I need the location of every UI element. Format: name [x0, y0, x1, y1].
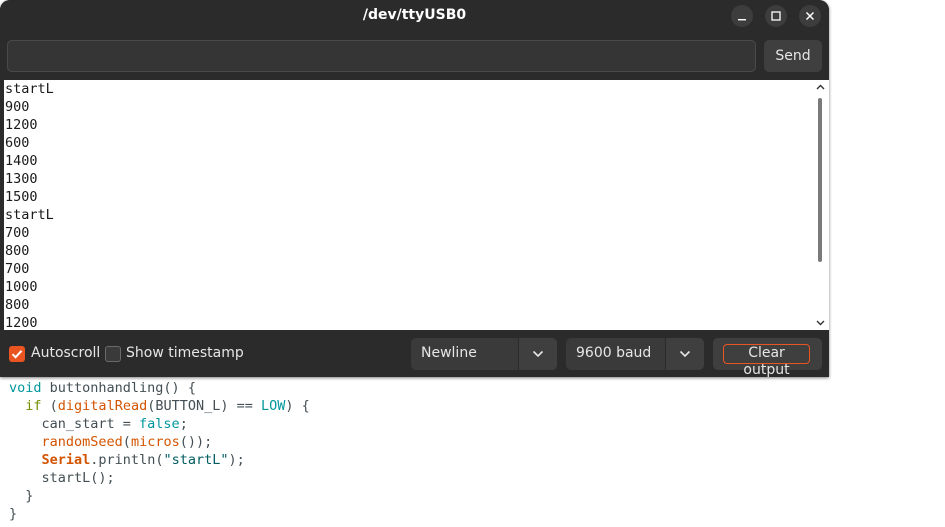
message-input-row: Send: [0, 34, 829, 80]
maximize-icon: [771, 11, 781, 21]
show-timestamp-label[interactable]: Show timestamp: [126, 345, 244, 361]
output-line: 600: [5, 135, 30, 151]
show-timestamp-checkbox[interactable]: [105, 346, 121, 362]
output-line: 1300: [5, 171, 38, 187]
scroll-down-icon[interactable]: [816, 318, 825, 327]
code-editor[interactable]: void buttonhandling() { if (digitalRead(…: [0, 376, 945, 527]
message-input[interactable]: [7, 40, 756, 72]
output-line: 900: [5, 99, 30, 115]
code-line: if (digitalRead(BUTTON_L) == LOW) {: [25, 398, 310, 414]
baud-rate-value: 9600 baud: [576, 345, 652, 361]
send-button[interactable]: Send: [764, 40, 822, 72]
scrollbar-thumb[interactable]: [818, 98, 822, 262]
line-ending-value: Newline: [421, 345, 477, 361]
line-ending-select[interactable]: Newline: [411, 338, 557, 370]
scroll-up-icon[interactable]: [816, 83, 825, 92]
window-title: /dev/ttyUSB0: [362, 7, 467, 23]
output-line: 1500: [5, 189, 38, 205]
output-scrollbar[interactable]: [812, 80, 829, 330]
code-line: }: [9, 506, 18, 522]
clear-output-button[interactable]: Clear output: [713, 338, 822, 377]
serial-monitor-window: /dev/ttyUSB0 Send startL 900 1200 600 1400 13…: [0, 0, 829, 377]
baud-rate-select[interactable]: 9600 baud: [566, 338, 704, 370]
output-line: 1400: [5, 153, 38, 169]
output-line: 1200: [5, 117, 38, 133]
line-ending-dropdown-button[interactable]: [518, 338, 557, 370]
clear-output-label: Clear output: [723, 344, 810, 377]
output-lines: startL 900 1200 600 1400 1300 1500 startL 700 800…: [4, 80, 54, 330]
autoscroll-checkbox[interactable]: [9, 346, 25, 362]
autoscroll-label[interactable]: Autoscroll: [31, 345, 100, 361]
checkmark-icon: [11, 350, 23, 359]
output-line: 800: [5, 243, 30, 259]
output-line: 1200: [5, 315, 38, 330]
minimize-button[interactable]: [731, 5, 753, 27]
code-line: randomSeed(micros());: [41, 434, 213, 450]
output-line: 1000: [5, 279, 38, 295]
close-button[interactable]: [799, 5, 821, 27]
output-line: 800: [5, 297, 30, 313]
minimize-icon: [738, 19, 746, 21]
close-icon: [805, 11, 815, 21]
code-line: startL();: [9, 470, 115, 486]
output-line: 700: [5, 261, 30, 277]
code-line: void buttonhandling() {: [9, 380, 196, 396]
output-line: 700: [5, 225, 30, 241]
title-bar[interactable]: /dev/ttyUSB0: [0, 0, 829, 34]
output-line: startL: [5, 207, 54, 223]
baud-rate-dropdown-button[interactable]: [665, 338, 704, 370]
chevron-down-icon: [532, 350, 544, 358]
maximize-button[interactable]: [765, 5, 787, 27]
code-line: Serial.println("startL");: [41, 452, 245, 468]
chevron-down-icon: [679, 350, 691, 358]
serial-output[interactable]: startL 900 1200 600 1400 1300 1500 startL 700 800…: [4, 80, 812, 330]
code-line: can_start = false;: [9, 416, 188, 432]
code-line: }: [9, 488, 34, 504]
monitor-controls: Autoscroll Show timestamp Newline 9600 b…: [0, 331, 829, 377]
output-line: startL: [5, 81, 54, 97]
